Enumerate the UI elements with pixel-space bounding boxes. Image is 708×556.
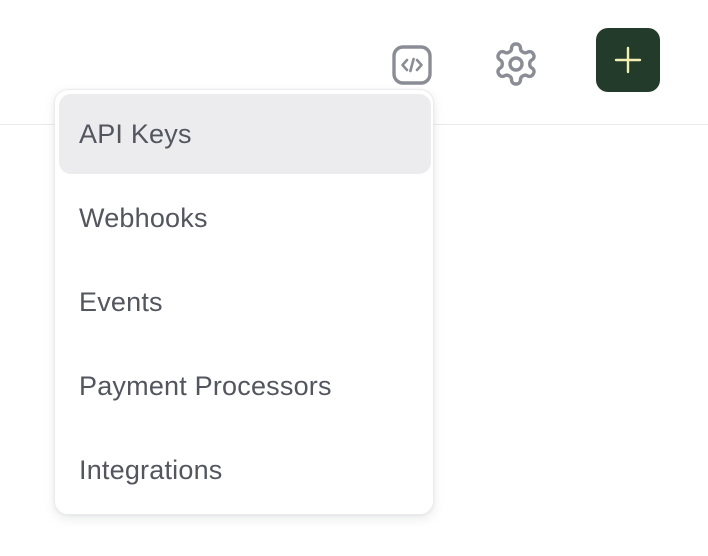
- menu-item-events[interactable]: Events: [59, 262, 431, 342]
- menu-item-api-keys[interactable]: API Keys: [59, 94, 431, 174]
- menu-item-label: Integrations: [79, 454, 223, 485]
- developer-menu-dropdown: API Keys Webhooks Events Payment Process…: [54, 89, 434, 515]
- plus-icon: [614, 46, 642, 74]
- code-icon: [392, 45, 432, 85]
- developer-button[interactable]: [388, 41, 436, 89]
- menu-item-payment-processors[interactable]: Payment Processors: [59, 346, 431, 426]
- menu-item-label: Payment Processors: [79, 370, 332, 401]
- gear-icon: [496, 42, 536, 86]
- add-button[interactable]: [596, 28, 660, 92]
- menu-item-label: API Keys: [79, 118, 192, 149]
- menu-item-webhooks[interactable]: Webhooks: [59, 178, 431, 258]
- menu-item-integrations[interactable]: Integrations: [59, 430, 431, 510]
- settings-button[interactable]: [490, 38, 542, 90]
- app-page: API Keys Webhooks Events Payment Process…: [0, 0, 708, 556]
- menu-item-label: Webhooks: [79, 202, 208, 233]
- menu-item-label: Events: [79, 286, 163, 317]
